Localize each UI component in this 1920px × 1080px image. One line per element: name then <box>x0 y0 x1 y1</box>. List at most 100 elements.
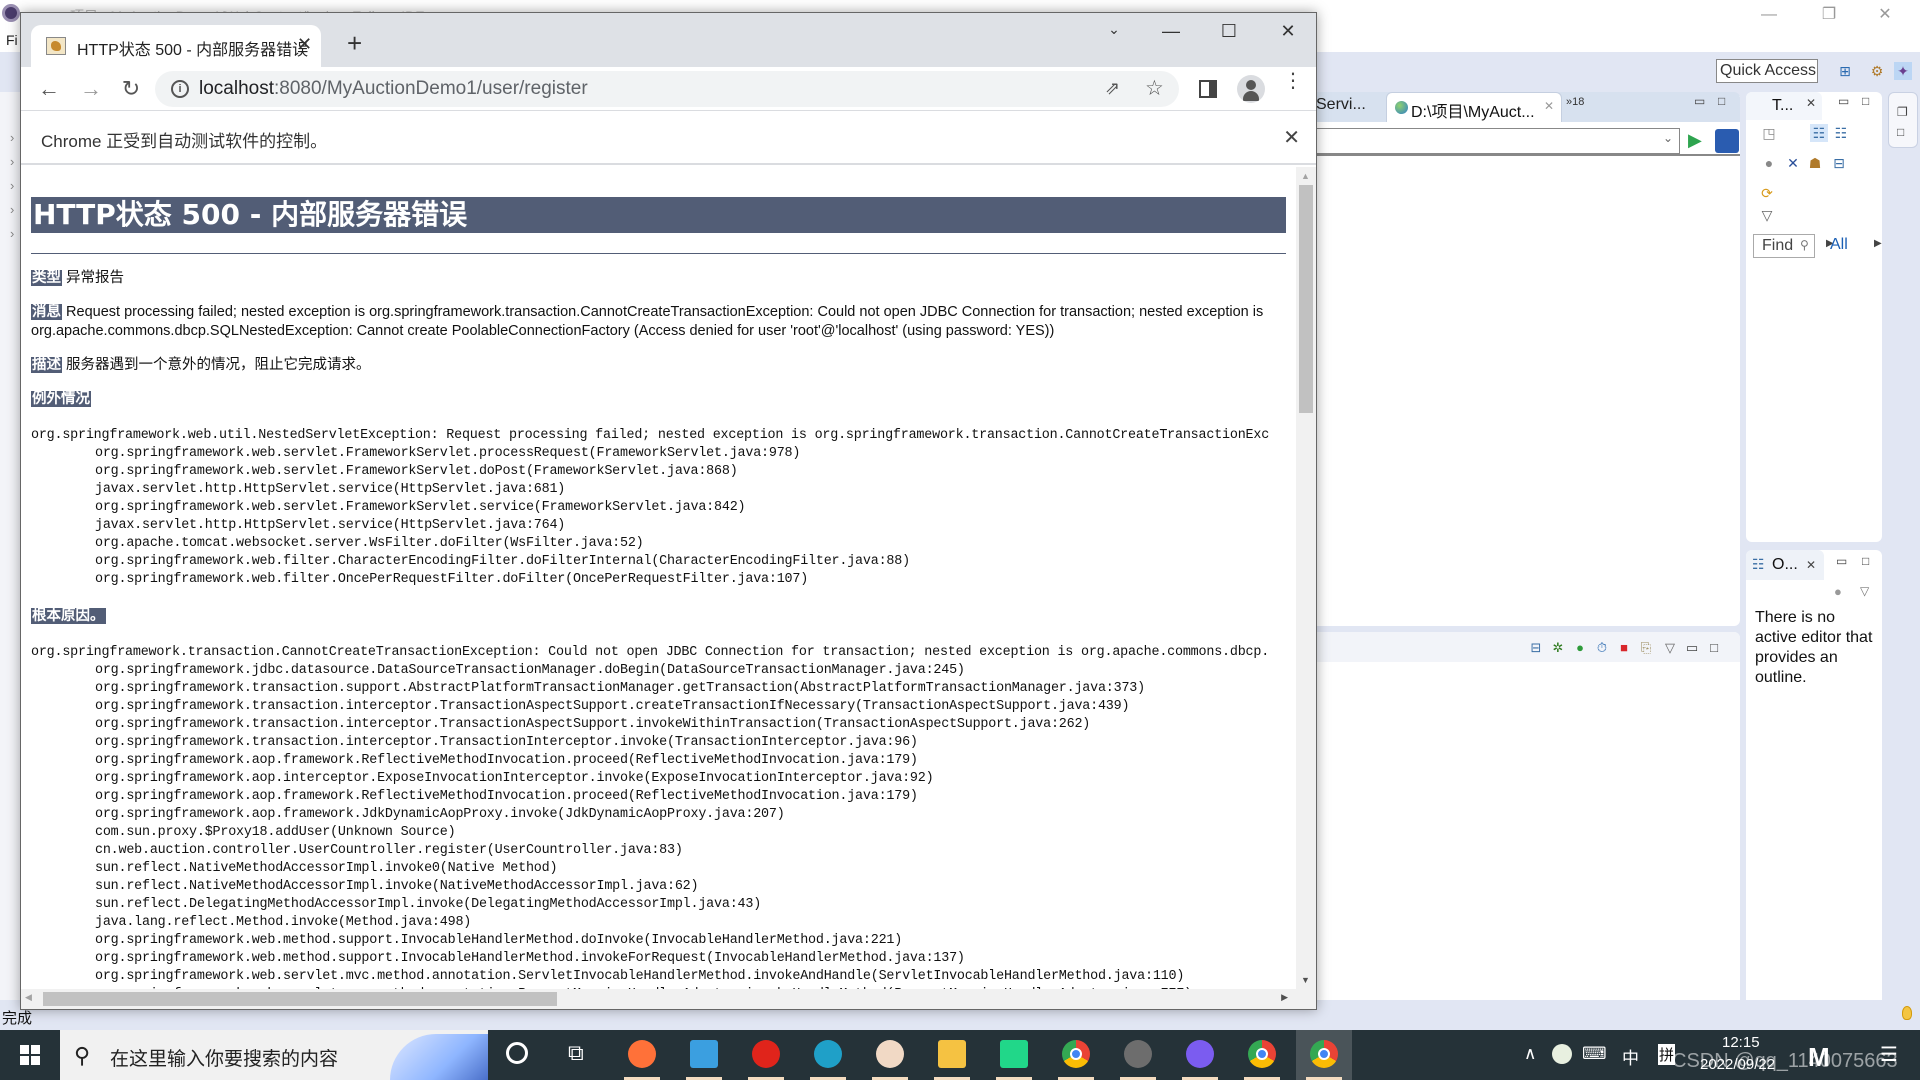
focus-icon[interactable]: ● <box>1760 154 1778 172</box>
web-browser-settings-icon[interactable] <box>1715 129 1739 153</box>
profile-avatar-icon[interactable] <box>1237 75 1265 103</box>
restore-icon[interactable]: ❐ <box>1897 105 1908 119</box>
browser-tab[interactable]: HTTP状态 500 - 内部服务器错误 ✕ <box>31 25 321 67</box>
taskbar-search-box[interactable]: ⚲ 在这里输入你要搜索的内容 <box>60 1030 488 1080</box>
vertical-scrollbar[interactable]: ▲ ▼ <box>1296 167 1316 989</box>
more-menu-icon[interactable]: ⋮ <box>1283 71 1303 91</box>
categorized-icon[interactable]: ☷ <box>1810 124 1828 142</box>
maximize-icon[interactable]: □ <box>1718 94 1725 108</box>
eclipse-restore-button[interactable]: ❐ <box>1806 2 1852 28</box>
taskbar-app-pycharm[interactable] <box>986 1030 1042 1080</box>
maximize-icon[interactable]: □ <box>1706 640 1722 656</box>
java-ee-perspective-icon[interactable]: ⚙ <box>1868 62 1886 80</box>
quick-access-input[interactable]: Quick Access <box>1716 59 1818 83</box>
view-menu-icon[interactable]: ▽ <box>1758 206 1776 224</box>
taskbar-app-chrome[interactable] <box>1234 1030 1290 1080</box>
chevron-right-icon[interactable]: ▶ <box>1874 238 1882 249</box>
tree-expand-icon[interactable]: › <box>10 154 14 169</box>
tree-expand-icon[interactable]: › <box>10 226 14 241</box>
new-tab-button[interactable]: + <box>347 30 362 56</box>
view-menu-icon[interactable]: ▽ <box>1662 640 1678 656</box>
scheduled-icon[interactable]: ☷ <box>1832 124 1850 142</box>
taskbar-app-firefox[interactable] <box>614 1030 670 1080</box>
lightbulb-icon[interactable] <box>1902 1006 1912 1020</box>
chevron-down-icon[interactable]: ⌄ <box>1663 131 1673 145</box>
bookmark-star-icon[interactable]: ☆ <box>1145 76 1164 101</box>
minimize-icon[interactable]: ▭ <box>1838 94 1849 108</box>
focus-icon[interactable]: ● <box>1834 584 1842 599</box>
url-text[interactable]: localhost:8080/MyAuctionDemo1/user/regis… <box>199 78 588 100</box>
share-icon[interactable]: ⇗ <box>1105 78 1120 99</box>
editor-tab-servers[interactable]: Servi... <box>1316 96 1366 114</box>
maximize-button[interactable]: ☐ <box>1206 21 1252 42</box>
collapse-all-icon[interactable]: ⊟ <box>1528 640 1544 656</box>
taskbar-app-javaee-ide[interactable] <box>1110 1030 1166 1080</box>
open-perspective-icon[interactable]: ⊞ <box>1836 62 1854 80</box>
scroll-down-arrow-icon[interactable]: ▼ <box>1301 975 1310 985</box>
publish-icon[interactable]: ⎘ <box>1638 640 1654 656</box>
eclipse-minimize-button[interactable]: — <box>1746 2 1792 28</box>
task-view-icon[interactable]: ⧉ <box>568 1040 584 1066</box>
tree-expand-icon[interactable]: › <box>10 202 14 217</box>
close-icon[interactable]: ✕ <box>1283 125 1300 150</box>
go-icon[interactable]: ▶ <box>1688 130 1702 151</box>
minimize-button[interactable]: — <box>1148 21 1194 42</box>
vertical-scroll-thumb[interactable] <box>1299 185 1313 413</box>
show-hidden-icons-chevron-icon[interactable]: ∧ <box>1524 1044 1536 1064</box>
minimize-icon[interactable]: ▭ <box>1684 640 1700 656</box>
close-icon[interactable]: ✕ <box>1806 558 1816 572</box>
new-task-icon[interactable]: ◳ <box>1760 124 1778 142</box>
close-icon[interactable]: ✕ <box>1544 99 1554 113</box>
scroll-left-arrow-icon[interactable]: ◀ <box>25 992 32 1003</box>
eclipse-close-button[interactable]: ✕ <box>1862 2 1908 28</box>
taskbar-app-chrome[interactable] <box>1048 1030 1104 1080</box>
profile-icon[interactable]: ⏱ <box>1594 640 1610 656</box>
side-panel-icon[interactable] <box>1199 80 1217 98</box>
collapse-all-icon[interactable]: ⊟ <box>1830 154 1848 172</box>
close-icon[interactable]: ✕ <box>1806 96 1816 110</box>
reload-button[interactable]: ↻ <box>117 75 145 103</box>
maximize-icon[interactable]: □ <box>1862 554 1869 568</box>
internal-browser-url-input[interactable]: ⌄ <box>1310 128 1680 154</box>
view-menu-icon[interactable]: ▽ <box>1860 584 1869 598</box>
start-button[interactable] <box>0 1030 60 1080</box>
back-button[interactable]: ← <box>35 75 63 103</box>
menu-file[interactable]: Fi <box>6 32 18 48</box>
tab-search-icon[interactable]: ⌄ <box>1091 21 1137 38</box>
debug-icon[interactable]: ✲ <box>1550 640 1566 656</box>
ime-mode-indicator[interactable]: 中 <box>1622 1044 1639 1069</box>
tree-expand-icon[interactable]: › <box>10 130 14 145</box>
clock-time[interactable]: 12:15 <box>1722 1034 1760 1051</box>
java-perspective-icon[interactable]: ✦ <box>1894 62 1912 80</box>
scroll-up-arrow-icon[interactable]: ▲ <box>1301 171 1310 181</box>
taskbar-app-chrome-active[interactable] <box>1296 1030 1352 1080</box>
info-icon[interactable]: i <box>171 80 189 98</box>
task-filter-all-link[interactable]: All <box>1830 236 1848 254</box>
show-icon[interactable]: ☗ <box>1806 154 1824 172</box>
taskbar-app-edge[interactable] <box>800 1030 856 1080</box>
editor-tab-internal-browser[interactable]: D:\项目\MyAuct... ✕ <box>1386 92 1562 122</box>
maximize-icon[interactable]: □ <box>1862 94 1869 108</box>
minimize-icon[interactable]: ▭ <box>1694 94 1705 108</box>
taskbar-app-mindmaster[interactable] <box>1172 1030 1228 1080</box>
sync-icon[interactable]: ⟳ <box>1758 184 1776 202</box>
stop-server-icon[interactable]: ■ <box>1616 640 1632 656</box>
scroll-right-arrow-icon[interactable]: ▶ <box>1281 992 1288 1003</box>
horizontal-scroll-thumb[interactable] <box>43 992 557 1006</box>
forward-button[interactable]: → <box>77 75 105 103</box>
close-icon[interactable]: ✕ <box>297 34 312 55</box>
taskbar-app-wps-office[interactable] <box>738 1030 794 1080</box>
security-app-tray-icon[interactable] <box>1552 1044 1572 1064</box>
keyboard-icon[interactable]: ⌨ <box>1582 1044 1607 1064</box>
address-bar[interactable]: i localhost:8080/MyAuctionDemo1/user/reg… <box>155 71 1179 107</box>
hide-completed-icon[interactable]: ✕ <box>1784 154 1802 172</box>
minimize-icon[interactable]: ▭ <box>1836 554 1847 568</box>
start-server-icon[interactable]: ● <box>1572 640 1588 656</box>
tab-overflow-button[interactable]: »18 <box>1566 96 1584 108</box>
taskbar-app-archive-manager[interactable] <box>676 1030 732 1080</box>
taskbar-app-file-explorer[interactable] <box>924 1030 980 1080</box>
tree-expand-icon[interactable]: › <box>10 178 14 193</box>
cortana-icon[interactable] <box>506 1042 528 1064</box>
horizontal-scrollbar[interactable]: ◀ ▶ <box>21 989 1316 1009</box>
taskbar-app-avatar-app[interactable] <box>862 1030 918 1080</box>
